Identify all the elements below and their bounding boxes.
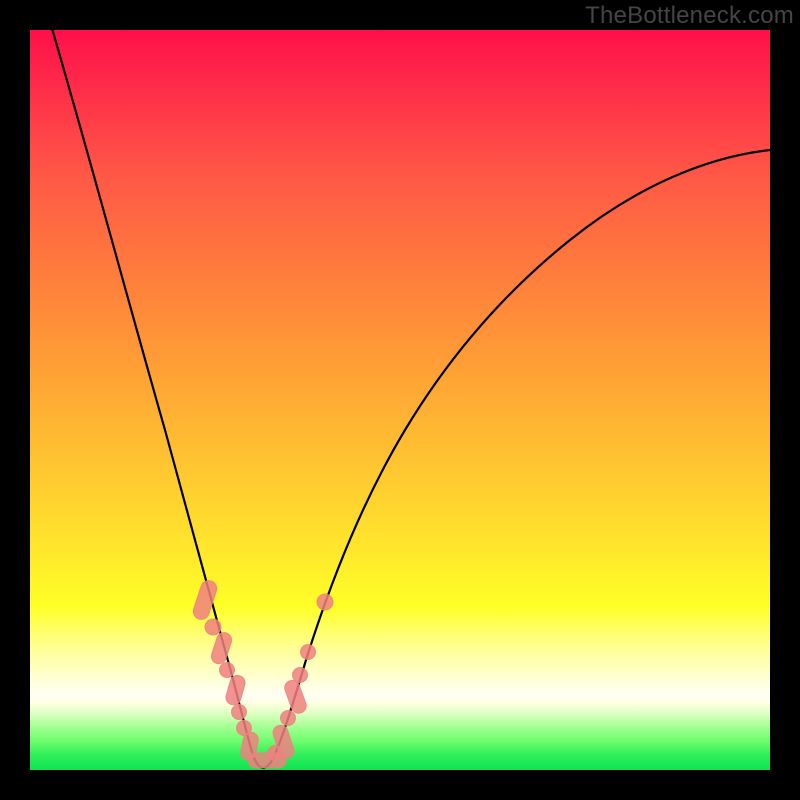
bottleneck-curve (48, 30, 770, 768)
marker-dot (317, 594, 333, 610)
marker-dot (205, 619, 221, 635)
chart-frame: TheBottleneck.com (0, 0, 800, 800)
marker-blob (209, 631, 233, 666)
marker-dot (301, 645, 316, 660)
marker-blob (224, 674, 247, 707)
watermark-text: TheBottleneck.com (585, 2, 794, 30)
curve-layer (30, 30, 770, 770)
marker-dot (232, 705, 247, 720)
marker-blob (283, 678, 309, 715)
marker-dot (293, 668, 308, 683)
plot-area (30, 30, 770, 770)
marker-dot (281, 711, 296, 726)
marker-dot (220, 663, 235, 678)
